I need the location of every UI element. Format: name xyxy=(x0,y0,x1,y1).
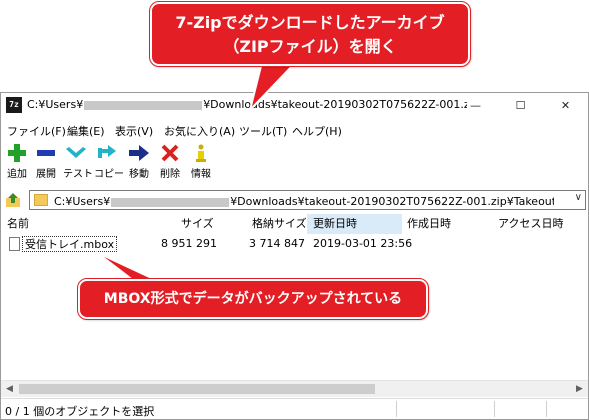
bottom-callout: MBOX形式でデータがバックアップされている xyxy=(77,278,429,320)
top-callout-line2: （ZIPファイル）を開く xyxy=(223,37,397,56)
bottom-callout-pointer xyxy=(95,251,159,282)
top-callout: 7-Zipでダウンロードしたアーカイブ （ZIPファイル）を開く xyxy=(149,1,471,67)
top-callout-line1: 7-Zipでダウンロードしたアーカイブ xyxy=(175,13,445,32)
top-callout-pointer xyxy=(248,61,299,114)
